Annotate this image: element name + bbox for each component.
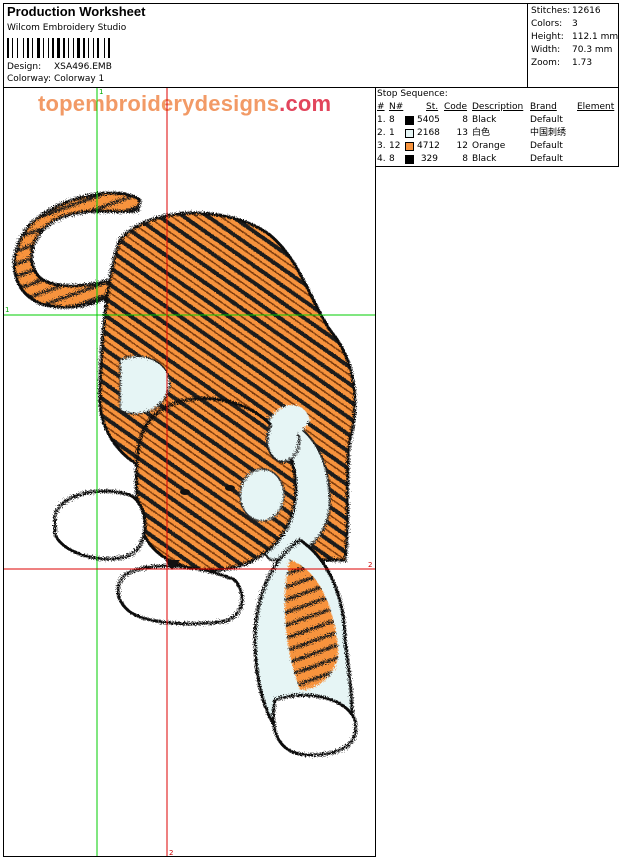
tiger-embroidery: [13, 191, 358, 757]
design-canvas: [4, 88, 375, 856]
tiger-left-paw: [53, 489, 147, 561]
tiger-cheek: [239, 468, 285, 522]
tiger-eye: [225, 485, 235, 491]
tiger-right-paw: [272, 693, 358, 757]
tiger-eye: [180, 489, 190, 495]
guide-h2-marker: 2: [368, 561, 373, 569]
guide-h1-marker: 1: [5, 306, 10, 314]
guide-v2-marker: 2: [169, 849, 174, 857]
tiger-center-paws: [116, 564, 244, 626]
guide-v1-marker: 1: [99, 88, 104, 96]
